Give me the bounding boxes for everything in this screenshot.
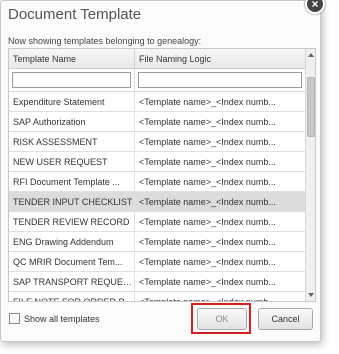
vertical-scrollbar[interactable] <box>305 49 315 301</box>
table-row[interactable]: NEW USER REQUEST <Template name>_<Index n… <box>9 152 305 172</box>
file-naming-logic-cell: <Template name>_<Index numb... <box>139 297 276 302</box>
table-row[interactable]: RFI Document Template ... <Template name>… <box>9 172 305 192</box>
column-header-file-naming-logic[interactable]: File Naming Logic <box>135 49 305 68</box>
file-naming-logic-cell: <Template name>_<Index numb... <box>139 137 276 147</box>
table-row[interactable]: TENDER INPUT CHECKLIST <Template name>_<I… <box>9 192 305 212</box>
template-name-cell: RISK ASSESSMENT <box>9 132 135 151</box>
table-row[interactable]: SAP TRANSPORT REQUEST <Template name>_<In… <box>9 272 305 292</box>
template-name-cell: NEW USER REQUEST <box>9 152 135 171</box>
scroll-down-arrow-icon[interactable] <box>308 293 314 297</box>
file-naming-logic-cell: <Template name>_<Index numb... <box>139 257 276 267</box>
document-template-dialog: Document Template Now showing templates … <box>0 0 321 342</box>
file-naming-logic-cell: <Template name>_<Index numb... <box>139 117 276 127</box>
table-row[interactable]: ENG Drawing Addendum <Template name>_<Ind… <box>9 232 305 252</box>
table-row[interactable]: SAP Authorization <Template name>_<Index … <box>9 112 305 132</box>
column-header-template-name[interactable]: Template Name <box>9 49 135 68</box>
table-row[interactable]: FILE NOTE FOR ORDER P... <Template name>_… <box>9 292 305 302</box>
file-naming-logic-cell: <Template name>_<Index numb... <box>139 237 276 247</box>
template-name-cell: TENDER REVIEW RECORD <box>9 212 135 231</box>
ok-button[interactable]: OK <box>197 308 247 330</box>
template-name-cell: QC MRIR Document Tem... <box>9 252 135 271</box>
cancel-button[interactable]: Cancel <box>258 308 313 330</box>
template-name-cell: TENDER INPUT CHECKLIST <box>9 192 135 211</box>
template-name-cell: SAP TRANSPORT REQUEST <box>9 272 135 291</box>
table-row[interactable]: TENDER REVIEW RECORD <Template name>_<Ind… <box>9 212 305 232</box>
grid-header: Template Name File Naming Logic <box>9 49 305 69</box>
dialog-subtitle: Now showing templates belonging to genea… <box>8 36 202 46</box>
template-name-cell: SAP Authorization <box>9 112 135 131</box>
close-icon[interactable]: × <box>305 0 325 14</box>
filter-row <box>9 69 305 92</box>
template-name-cell: Expenditure Statement <box>9 92 135 111</box>
file-naming-logic-cell: <Template name>_<Index numb... <box>139 277 276 287</box>
scroll-up-arrow-icon[interactable] <box>308 53 314 57</box>
table-row[interactable]: RISK ASSESSMENT <Template name>_<Index nu… <box>9 132 305 152</box>
template-grid: Template Name File Naming Logic Expendit… <box>8 48 316 302</box>
show-all-templates-toggle[interactable]: Show all templates <box>9 313 100 324</box>
template-name-cell: ENG Drawing Addendum <box>9 232 135 251</box>
dialog-title: Document Template <box>8 6 142 23</box>
file-naming-logic-cell: <Template name>_<Index numb... <box>139 217 276 227</box>
show-all-label: Show all templates <box>24 313 100 324</box>
table-row[interactable]: QC MRIR Document Tem... <Template name>_<… <box>9 252 305 272</box>
scrollbar-thumb[interactable] <box>307 77 315 137</box>
grid-rows: Expenditure Statement <Template name>_<In… <box>9 92 305 302</box>
table-row[interactable]: Expenditure Statement <Template name>_<In… <box>9 92 305 112</box>
template-name-cell: FILE NOTE FOR ORDER P... <box>9 292 135 301</box>
template-name-filter-input[interactable] <box>12 72 131 88</box>
file-naming-logic-filter-input[interactable] <box>138 72 302 88</box>
file-naming-logic-cell: <Template name>_<Index numb... <box>139 197 276 207</box>
file-naming-logic-cell: <Template name>_<Index numb... <box>139 157 276 167</box>
file-naming-logic-cell: <Template name>_<Index numb... <box>139 97 276 107</box>
template-name-cell: RFI Document Template ... <box>9 172 135 191</box>
show-all-checkbox[interactable] <box>9 313 20 324</box>
file-naming-logic-cell: <Template name>_<Index numb... <box>139 177 276 187</box>
